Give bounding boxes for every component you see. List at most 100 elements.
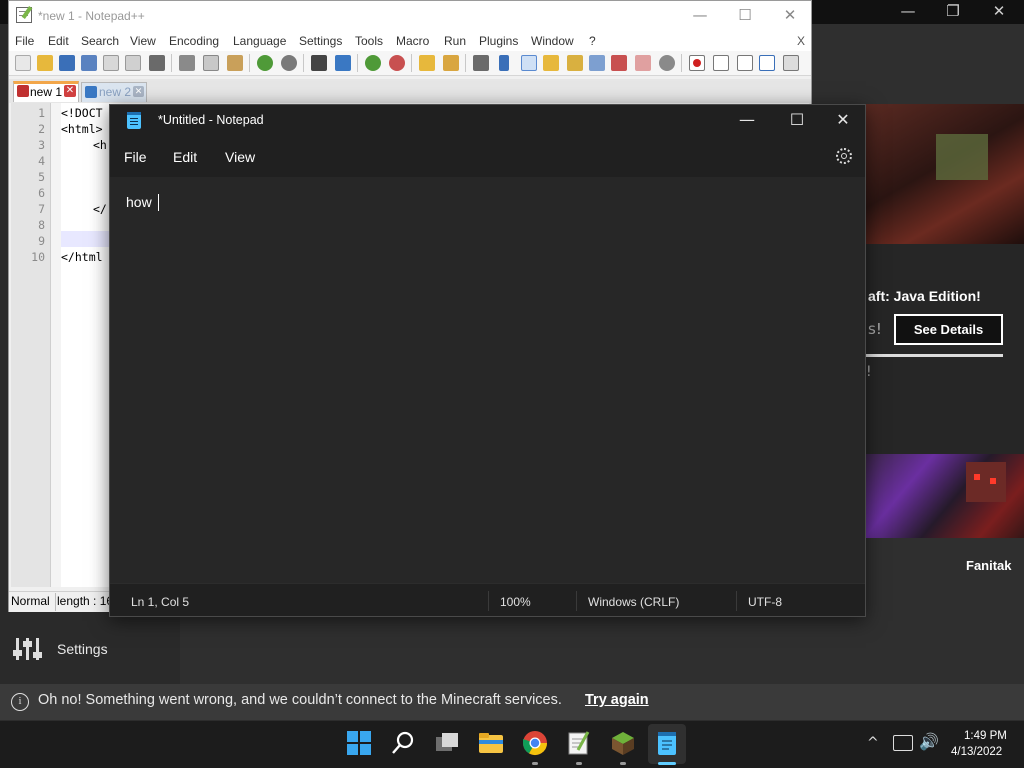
npp-menu-plugins[interactable]: Plugins [479,34,518,48]
code-line: <!DOCT [61,106,103,120]
toolbar-separator [171,54,172,72]
npp-menu-window[interactable]: Window [531,34,574,48]
save-icon[interactable] [59,55,75,71]
notepad-menu-edit[interactable]: Edit [173,149,197,165]
minecraft-launcher-icon[interactable] [610,730,636,756]
status-cursor-position: Ln 1, Col 5 [131,595,190,609]
npp-menu-tools[interactable]: Tools [355,34,383,48]
undo-icon[interactable] [257,55,273,71]
run-macro-multiple-icon[interactable] [759,55,775,71]
folder-workspace-icon[interactable] [589,55,605,71]
save-macro-icon[interactable] [783,55,799,71]
unsaved-file-icon [17,85,29,97]
npp-menu-language[interactable]: Language [233,34,286,48]
show-all-characters-icon[interactable] [499,55,509,71]
chrome-icon[interactable] [522,730,548,756]
code-line: </ [93,202,107,216]
npp-menu-view[interactable]: View [130,34,156,48]
clock-time[interactable]: 1:49 PM [964,730,1007,742]
save-all-icon[interactable] [81,55,97,71]
notepadpp-close-button[interactable]: ✕ [775,5,805,27]
status-encoding: UTF-8 [748,595,782,609]
line-number: 8 [38,218,45,232]
notepad-maximize-button[interactable]: ☐ [774,105,820,137]
sync-horizontal-icon[interactable] [443,55,459,71]
npp-menu-macro[interactable]: Macro [396,34,429,48]
indent-guide-icon[interactable] [521,55,537,71]
show-hidden-icons-chevron-icon[interactable]: ^ [867,735,879,751]
notepad-menu-view[interactable]: View [225,149,255,165]
network-icon[interactable] [893,735,913,751]
open-file-icon[interactable] [37,55,53,71]
tab-close-icon[interactable]: ✕ [133,86,144,97]
promo-card-title: aft: Java Edition! [868,288,981,304]
notepadpp-taskbar-icon[interactable] [566,730,592,756]
record-dot-icon [693,59,701,67]
launcher-minimize-button[interactable]: — [885,0,931,24]
new-file-icon[interactable] [15,55,31,71]
notepadpp-minimize-button[interactable]: — [685,5,715,27]
bubble-icon[interactable] [659,55,675,71]
status-mode: Normal [11,594,50,608]
npp-menu-run[interactable]: Run [444,34,466,48]
toolbar-separator [249,54,250,72]
print-icon[interactable] [149,55,165,71]
try-again-link[interactable]: Try again [585,692,649,708]
notepadpp-maximize-button[interactable]: ☐ [730,5,760,27]
promo-card-progress-bar [866,354,1003,357]
toolbar-separator [357,54,358,72]
volume-icon[interactable]: 🔊 [919,732,939,751]
npp-close-document-button[interactable]: X [797,34,805,48]
find-icon[interactable] [311,55,327,71]
launcher-maximize-button[interactable]: ❐ [930,0,976,24]
npp-menu-settings[interactable]: Settings [299,34,342,48]
redo-icon[interactable] [281,55,297,71]
panel-icon[interactable] [635,55,651,71]
zoom-out-icon[interactable] [389,55,405,71]
line-number: 3 [38,138,45,152]
error-message: Oh no! Something went wrong, and we coul… [38,692,562,708]
notepad-app-icon-line [130,118,138,119]
paste-icon[interactable] [227,55,243,71]
notepad-text-area[interactable] [110,177,865,583]
launcher-close-button[interactable]: ✕ [976,0,1022,24]
player-name[interactable]: Fanitak [966,558,1012,573]
npp-menu-encoding[interactable]: Encoding [169,34,219,48]
spider-eye [974,474,980,480]
search-icon[interactable] [390,730,416,756]
notepad-menu-file[interactable]: File [124,149,147,165]
promo-card-subtitle: s! [868,320,882,338]
status-line-ending: Windows (CRLF) [588,595,680,609]
notepad-close-button[interactable]: ✕ [820,105,866,137]
zoom-in-icon[interactable] [365,55,381,71]
notepad-taskbar-icon[interactable] [654,730,680,756]
running-indicator [620,762,626,765]
function-list-icon[interactable] [567,55,583,71]
monitoring-icon[interactable] [611,55,627,71]
status-separator [488,591,489,611]
replace-icon[interactable] [335,55,351,71]
active-indicator [658,762,676,765]
copy-icon[interactable] [203,55,219,71]
cut-icon[interactable] [179,55,195,71]
npp-menu-file[interactable]: File [15,34,34,48]
play-macro-icon[interactable] [737,55,753,71]
word-wrap-icon[interactable] [473,55,489,71]
npp-menu-search[interactable]: Search [81,34,119,48]
notepad-minimize-button[interactable]: — [724,105,770,137]
tab-close-icon[interactable]: ✕ [64,85,76,97]
npp-menu-edit[interactable]: Edit [48,34,69,48]
settings-sliders-icon [13,638,42,660]
close-all-icon[interactable] [125,55,141,71]
file-explorer-icon[interactable] [478,730,504,756]
stop-macro-icon[interactable] [713,55,729,71]
windows-start-icon[interactable] [346,730,372,756]
line-number: 6 [38,186,45,200]
npp-menu-help[interactable]: ? [589,34,596,48]
clock-date[interactable]: 4/13/2022 [951,746,1002,758]
document-map-icon[interactable] [543,55,559,71]
see-details-button[interactable]: See Details [894,314,1003,345]
task-view-icon[interactable] [434,730,460,756]
sync-vertical-icon[interactable] [419,55,435,71]
close-file-icon[interactable] [103,55,119,71]
